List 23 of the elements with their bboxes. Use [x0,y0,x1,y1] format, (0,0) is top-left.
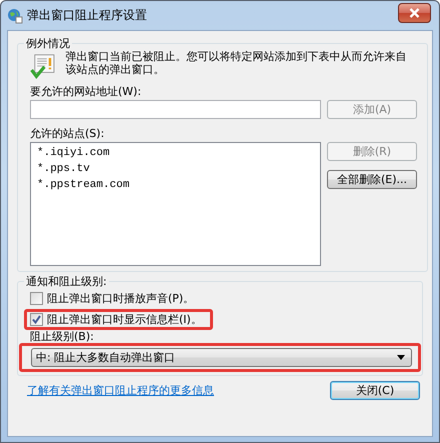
address-field[interactable] [30,100,321,119]
window-title: 弹出窗口阻止程序设置 [27,7,148,24]
close-button[interactable]: 关闭(C) [330,381,420,400]
checkbox[interactable] [30,313,43,326]
site-entry[interactable]: *.pps.tv [37,161,320,177]
help-link[interactable]: 了解有关弹出窗口阻止程序的更多信息 [27,383,214,398]
checkbox[interactable] [30,292,43,305]
remove-all-button[interactable]: 全部删除(E)... [327,170,417,189]
close-icon[interactable] [398,2,431,22]
caret-icon [397,355,405,360]
level-label: 阻止级别(B): [30,330,95,343]
site-entry[interactable]: *.ppstream.com [37,177,320,193]
description-text: 弹出窗口当前已被阻止。您可以将特定网站添加到下表中从而允许来自该站点的弹出窗口。 [66,50,408,76]
group-legend: 通知和阻止级别: [24,275,109,288]
sites-label: 允许的站点(S): [30,127,106,140]
site-entry[interactable]: *.iqiyi.com [37,145,320,161]
sites-list[interactable]: *.iqiyi.com *.pps.tv *.ppstream.com [30,142,321,266]
address-label: 要允许的网站地址(W): [30,85,142,98]
checkbox-label: 阻止弹出窗口时播放声音(P)。 [47,291,194,306]
level-dropdown[interactable]: 中: 阻止大多数自动弹出窗口 [31,348,412,367]
checkbox-label: 阻止弹出窗口时显示信息栏(I)。 [47,312,202,327]
group-legend: 例外情况 [24,37,72,50]
globe-icon [7,8,23,24]
